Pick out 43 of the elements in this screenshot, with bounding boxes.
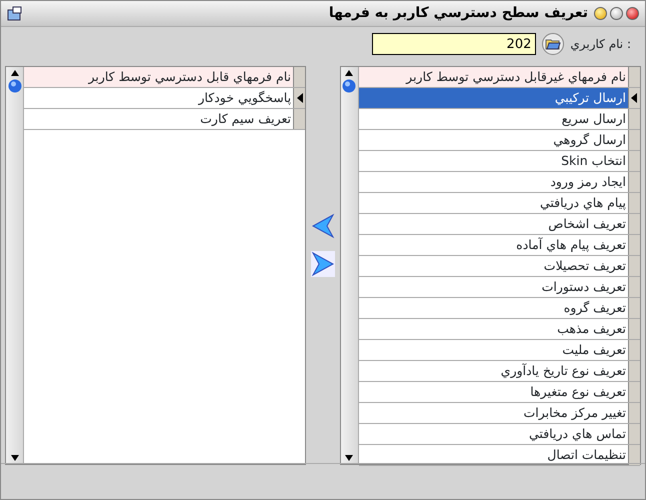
grid-cell[interactable]: پاسخگويي خودكار (24, 88, 294, 108)
app-icon (7, 6, 23, 22)
grid-cell[interactable]: ايجاد رمز ورود (358, 172, 628, 192)
window-title: تعريف سطح دسترسي كاربر به فرمها (328, 4, 588, 23)
grid-cell[interactable]: تعريف نوع متغيرها (358, 382, 628, 402)
row-selector[interactable] (293, 88, 306, 108)
grid-cell[interactable]: پيام هاي دريافتي (358, 193, 628, 213)
scroll-thumb[interactable] (8, 79, 22, 93)
column-header: نام فرمهاي قابل دسترسي توسط كاربر (24, 67, 294, 87)
grid-cell[interactable]: تعريف سيم كارت (24, 109, 294, 129)
scroll-down-arrow[interactable] (10, 455, 18, 461)
column-header: نام فرمهاي غيرقابل دسترسي توسط كاربر (358, 67, 628, 87)
grid-cell[interactable]: تنظيمات اتصال (358, 445, 628, 465)
scroll-up-arrow[interactable] (10, 70, 18, 76)
grid-cell[interactable]: انتخاب Skin (358, 151, 628, 171)
grid-cell[interactable]: ارسال گروهي (358, 130, 628, 150)
grid-cell[interactable]: تماس هاي دريافتي (358, 424, 628, 444)
open-folder-button[interactable] (542, 33, 564, 55)
move-left-button[interactable] (310, 213, 335, 239)
grid-cell[interactable]: تعريف نوع تاريخ يادآوري (358, 361, 628, 381)
grid-cell[interactable]: تعريف گروه (358, 298, 628, 318)
scroll-thumb[interactable] (342, 79, 356, 93)
grid-cell[interactable]: ارسال تركيبي (358, 88, 628, 108)
grid-cell[interactable]: تعريف تحصيلات (358, 256, 628, 276)
username-label: نام كاربري : (570, 36, 631, 53)
minimize-button[interactable] (594, 7, 607, 20)
grid-cell[interactable]: تعريف مليت (358, 340, 628, 360)
scroll-up-arrow[interactable] (345, 70, 354, 76)
folder-icon (545, 37, 562, 51)
grid-cell[interactable]: ارسال سريع (358, 109, 628, 129)
grid-cell[interactable]: تعريف دستورات (358, 277, 628, 297)
grid-cell[interactable]: تعريف مذهب (358, 319, 628, 339)
row-selector[interactable] (628, 88, 640, 108)
close-button[interactable] (626, 7, 639, 20)
grid-cell[interactable]: تعريف پيام هاي آماده (358, 235, 628, 255)
scroll-down-arrow[interactable] (345, 455, 354, 461)
username-field[interactable]: 202 (372, 33, 536, 55)
maximize-button[interactable] (610, 7, 623, 20)
scrollbar[interactable] (6, 67, 24, 464)
grid-cell[interactable]: تغيير مركز مخابرات (358, 403, 628, 423)
move-right-button[interactable] (310, 251, 335, 277)
grid-cell[interactable]: تعريف اشخاص (358, 214, 628, 234)
scrollbar[interactable] (340, 67, 359, 464)
